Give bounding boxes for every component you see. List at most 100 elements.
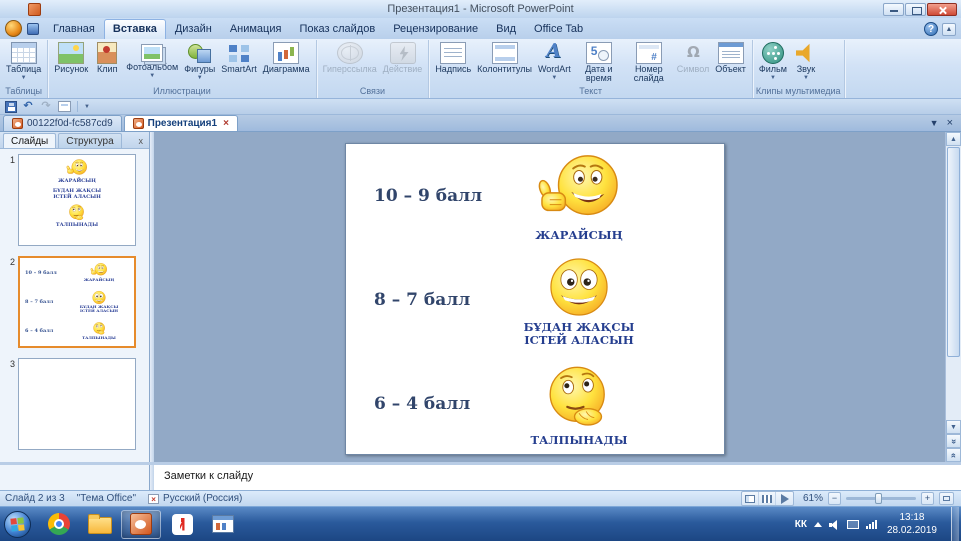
pin-icon[interactable] [27,23,39,35]
folder-icon[interactable] [80,510,120,539]
textbox-button[interactable]: Надпись [432,41,474,75]
maximize-icon[interactable] [905,3,926,16]
office-orb[interactable] [5,20,22,37]
panel-footer [0,465,150,490]
scroll-down-icon[interactable]: ▼ [946,420,961,434]
tab-animation[interactable]: Анимация [221,19,291,39]
shapes-button[interactable]: Фигуры ▼ [181,41,218,82]
ribbon-group-tables: Таблица ▼ Таблицы [0,40,48,98]
save-icon[interactable] [5,101,17,113]
thumbs-up-emoji[interactable] [532,150,626,228]
table-button[interactable]: Таблица ▼ [3,41,44,82]
slide-number-button[interactable]: Номер слайда [624,41,674,85]
language-indicator[interactable]: Русский (Россия) [163,493,242,504]
chart-button[interactable]: Диаграмма [260,41,313,75]
smartart-button[interactable]: SmartArt [218,41,260,75]
panel-close-icon[interactable]: x [136,136,147,148]
table-button-label: Таблица [6,65,41,74]
clipart-button[interactable]: Клип [91,41,123,75]
slide-1-thumbnail[interactable]: ЖАРАЙСЫҢ БҰДАН ЖАҚСЫ ІСТЕЙ АЛАСЫН ТАЛПЫН… [18,154,136,246]
qat-dropdown-icon[interactable]: ▼ [84,104,90,110]
tab-review[interactable]: Рецензирование [384,19,487,39]
datetime-button[interactable]: Дата и время [574,41,624,85]
collapse-ribbon-icon[interactable]: ▲ [942,23,956,36]
zoom-in-icon[interactable]: + [921,492,934,505]
slide-canvas[interactable]: 10 – 9 балл ЖАРАЙСЫҢ 8 – 7 балл БҰДАН ЖА… [345,143,725,455]
group-label-links: Связи [320,86,426,98]
caption-text[interactable]: ТАЛПЫНАДЫ [530,434,627,447]
tab-insert[interactable]: Вставка [104,19,166,39]
start-orb[interactable] [4,511,31,538]
big-smile-emoji[interactable] [544,254,614,320]
tab-design[interactable]: Дизайн [166,19,221,39]
taskbar-clock[interactable]: 13:18 28.02.2019 [887,511,937,537]
ribbon-group-illustrations: Рисунок Клип Фотоальбом ▼ Фигуры ▼ [48,40,316,98]
previous-slide-button[interactable]: « [946,434,961,448]
scrollbar-thumb[interactable] [947,147,960,357]
notes-row: Заметки к слайду [0,462,961,490]
sound-button[interactable]: Звук ▼ [790,41,822,82]
score-text[interactable]: 8 – 7 балл [346,290,504,310]
normal-view-icon[interactable] [742,492,759,505]
caption-text[interactable]: БҰДАН ЖАҚСЫ ІСТЕЙ АЛАСЫН [524,321,635,347]
close-tab-icon[interactable]: × [223,118,229,129]
scroll-up-icon[interactable]: ▲ [946,132,961,146]
slide-3-thumbnail[interactable] [18,358,136,450]
vertical-scrollbar[interactable]: ▲ ▼ « « [945,132,961,462]
language-switcher[interactable]: КК [795,519,807,530]
sound-icon [796,42,816,64]
header-footer-button[interactable]: Колонтитулы [474,41,535,75]
wordart-button[interactable]: WordArt ▼ [535,41,574,82]
redo-icon: ↷ [39,100,53,113]
yandex-icon[interactable] [162,510,202,539]
main-content: Слайды Структура x 1 ЖАРАЙСЫҢ БҰДАН ЖАҚС… [0,132,961,462]
network-icon[interactable] [866,519,877,529]
tab-list-chevron-icon[interactable]: ▼ [930,118,939,128]
photo-album-button[interactable]: Фотоальбом ▼ [123,41,181,80]
browser-icon[interactable] [39,510,79,539]
tab-office-tab[interactable]: Office Tab [525,19,592,39]
caption-text[interactable]: ЖАРАЙСЫҢ [535,229,622,242]
score-text[interactable]: 10 – 9 балл [346,186,504,206]
object-button[interactable]: Объект [712,41,749,75]
powerpoint-icon[interactable] [121,510,161,539]
spellcheck-icon[interactable]: × [148,494,159,504]
hidden-icons-chevron[interactable] [814,522,822,527]
show-desktop-strip[interactable] [951,507,959,541]
score-text[interactable]: 6 – 4 балл [346,394,504,414]
doc-tab-1[interactable]: 00122f0d-fc587cd9 [3,115,122,131]
tab-view[interactable]: Вид [487,19,525,39]
tab-slideshow[interactable]: Показ слайдов [290,19,384,39]
fit-to-window-icon[interactable] [939,492,954,505]
minimize-icon[interactable] [883,3,904,16]
slide-icon[interactable] [58,101,71,112]
zoom-slider-thumb[interactable] [875,493,882,504]
action-icon [390,42,416,64]
zoom-level[interactable]: 61% [799,493,823,504]
undo-icon[interactable]: ↶ [21,100,35,113]
slide-sorter-icon[interactable] [759,492,776,505]
slideshow-icon[interactable] [776,492,793,505]
tab-slides[interactable]: Слайды [3,133,56,148]
quick-access-toolbar: ↶ ↷ ▼ [0,99,961,115]
display-icon[interactable] [847,520,859,529]
notes-pane[interactable]: Заметки к слайду [154,465,961,490]
tab-outline[interactable]: Структура [58,133,121,148]
close-all-icon[interactable]: × [947,117,953,129]
close-icon[interactable] [927,3,957,16]
doc-tab-2[interactable]: Презентация1 × [124,115,238,131]
ribbon-insert: Таблица ▼ Таблицы Рисунок Клип Фотоальбо… [0,39,961,99]
taskbar: КК 13:18 28.02.2019 [0,506,961,541]
slide-2-thumbnail-selected[interactable]: 10 – 9 балл ЖАРАЙСЫҢ 8 – 7 балл БҰДАН ЖА… [18,256,136,348]
picture-button[interactable]: Рисунок [51,41,91,75]
next-slide-button[interactable]: « [946,448,961,462]
presentation-icon[interactable] [203,510,243,539]
help-icon[interactable]: ? [924,22,938,36]
zoom-slider[interactable] [846,497,916,500]
zoom-out-icon[interactable]: − [828,492,841,505]
tab-home[interactable]: Главная [44,19,104,39]
movie-button[interactable]: Фильм ▼ [756,41,790,82]
thinking-emoji[interactable] [540,361,618,433]
volume-icon[interactable] [829,519,840,530]
group-label-tables: Таблицы [3,86,44,98]
